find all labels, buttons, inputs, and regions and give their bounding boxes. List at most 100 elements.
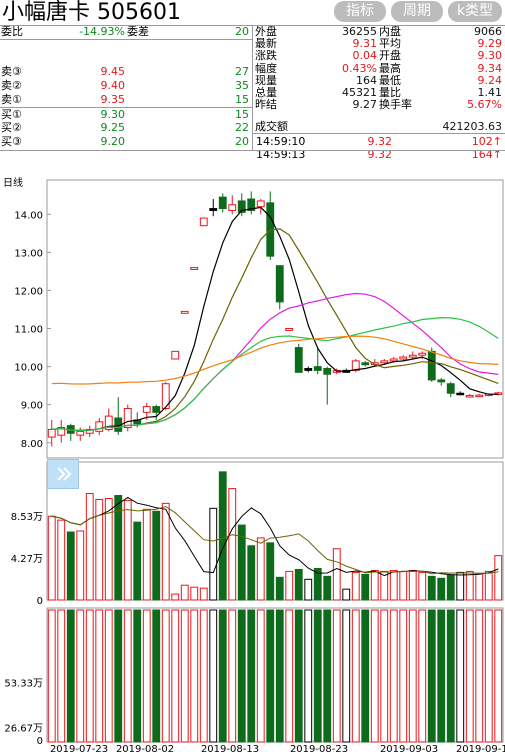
quote-value: 36255 xyxy=(342,25,377,38)
second-tick-label: 53.33万 xyxy=(4,679,43,690)
sell-level-volume: 27 xyxy=(235,65,249,78)
second-panel-bar xyxy=(418,609,427,743)
candle-body xyxy=(399,356,408,360)
ma10-line xyxy=(51,228,499,432)
quote-value: 9.29 xyxy=(477,37,503,51)
price-tick-label: 12.00 xyxy=(14,286,43,297)
second-panel-bar xyxy=(380,609,389,743)
candle-body xyxy=(47,428,56,438)
second-panel-bar xyxy=(484,609,493,743)
candle-body xyxy=(294,347,303,373)
second-panel-bar xyxy=(218,609,227,743)
buy-level-label: 买① xyxy=(1,108,22,121)
quote-value: 9.24 xyxy=(477,73,503,87)
stock-title: 小幅唐卡 505601 xyxy=(2,0,181,25)
second-panel-bar xyxy=(342,609,351,743)
buy-level-price: 9.30 xyxy=(100,108,126,121)
quote-value: 45321 xyxy=(342,86,377,99)
volume-bar xyxy=(399,570,408,601)
period-button[interactable]: 周期 xyxy=(391,1,443,22)
candle-body xyxy=(408,354,417,358)
indicator-button[interactable]: 指标 xyxy=(334,1,386,22)
volume-bar xyxy=(133,521,142,601)
quote-label: 内盘 xyxy=(379,25,401,38)
second-panel-bar xyxy=(85,609,94,743)
candle-body xyxy=(275,265,284,303)
candle-body xyxy=(323,368,332,375)
second-panel-bar xyxy=(190,609,199,743)
tick-price: 9.32 xyxy=(367,135,393,148)
volume-bar xyxy=(304,578,313,601)
volume-bar xyxy=(294,568,303,601)
date-axis-label: 2019-08-13 xyxy=(201,744,259,754)
k-type-button[interactable]: k类型 xyxy=(448,1,502,22)
candle-body xyxy=(123,407,132,429)
volume-bar xyxy=(190,586,199,601)
tick-volume: 102↑ xyxy=(471,135,502,148)
second-panel-bar xyxy=(323,609,332,743)
collapse-panel-button[interactable] xyxy=(47,459,79,489)
second-panel-bar xyxy=(456,609,465,743)
second-panel-bar xyxy=(465,609,474,743)
second-panel-bar xyxy=(171,609,180,743)
candle-body xyxy=(475,394,484,398)
candle-body xyxy=(285,328,294,331)
second-panel-bar xyxy=(332,609,341,743)
second-panel-bar xyxy=(389,609,398,743)
candle-body xyxy=(446,383,455,394)
volume-bar xyxy=(180,584,189,601)
sell-level-label: 卖③ xyxy=(1,65,22,78)
volume-bar xyxy=(218,471,227,601)
buy-level-price: 9.25 xyxy=(100,121,126,134)
volume-bar xyxy=(275,576,284,601)
volume-bar xyxy=(351,571,360,601)
volume-bar xyxy=(408,569,417,601)
volume-bar xyxy=(494,555,503,601)
quote-bottom-divider xyxy=(0,150,505,151)
candle-body xyxy=(256,200,265,208)
buy-level-volume: 15 xyxy=(235,108,249,121)
second-panel-bar xyxy=(408,609,417,743)
second-panel-bar xyxy=(57,609,66,743)
buy-level-volume: 20 xyxy=(235,135,249,148)
quote-label: 昨结 xyxy=(255,98,277,112)
candle-body xyxy=(228,204,237,211)
quote-label: 涨跌 xyxy=(255,49,277,63)
volume-bar xyxy=(370,569,379,601)
volume-bar xyxy=(57,519,66,601)
quote-value: 5.67% xyxy=(467,98,502,112)
quote-value: 9.30 xyxy=(477,49,503,63)
volume-bar xyxy=(85,493,94,601)
turnover-label: 成交额 xyxy=(255,120,288,133)
buy-level-label: 买② xyxy=(1,121,22,134)
weicha-label: 委差 xyxy=(127,25,149,38)
date-axis-label: 2019-08-02 xyxy=(116,744,174,754)
period-label: 日线 xyxy=(3,176,23,189)
volume-bar xyxy=(285,570,294,601)
volume-bar xyxy=(142,508,151,601)
sell-level-label: 卖① xyxy=(1,93,22,106)
second-panel-bar xyxy=(294,609,303,743)
second-tick-label: 0 xyxy=(37,736,43,747)
second-panel-bar xyxy=(437,609,446,743)
second-panel-bar xyxy=(114,609,123,743)
volume-bar xyxy=(247,545,256,601)
second-panel-bar xyxy=(247,609,256,743)
ticks-divider xyxy=(252,133,505,134)
volume-bar xyxy=(152,510,161,601)
candle-body xyxy=(142,406,151,413)
buy-level-price: 9.20 xyxy=(100,135,126,148)
volume-bar xyxy=(332,548,341,601)
candle-body xyxy=(218,196,227,210)
candle-body xyxy=(171,350,180,360)
buy-level-volume: 22 xyxy=(235,121,249,134)
candle-body xyxy=(389,358,398,362)
second-panel-bar xyxy=(47,609,56,743)
second-panel-bar xyxy=(351,609,360,743)
price-tick-label: 10.00 xyxy=(14,363,43,374)
second-panel-bar xyxy=(199,609,208,743)
quote-value: 0.43% xyxy=(342,61,377,75)
volume-bar xyxy=(76,530,85,601)
tick-time: 14:59:10 xyxy=(256,135,306,148)
second-panel-bar xyxy=(123,609,132,743)
